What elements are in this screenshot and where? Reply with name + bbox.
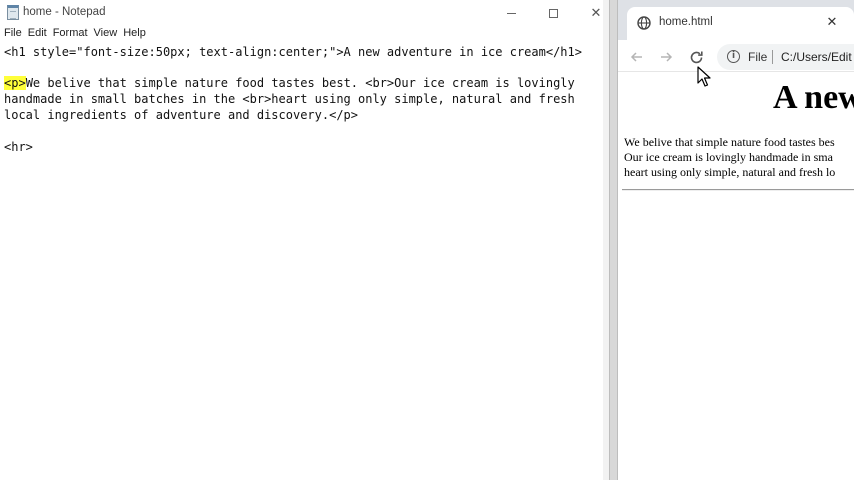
window-split-divider[interactable]	[609, 0, 618, 480]
notepad-title: home - Notepad	[23, 6, 106, 18]
code-line-4: handmade in small batches in the <br>hea…	[4, 92, 575, 106]
notepad-app-icon	[7, 5, 19, 20]
menu-edit[interactable]: Edit	[24, 27, 49, 43]
arrow-left-icon	[630, 52, 642, 62]
page-horizontal-rule	[622, 189, 854, 191]
page-viewport: A new We belive that simple nature food …	[618, 73, 854, 480]
minimize-icon	[506, 12, 516, 14]
browser-window: home.html ✕ i File C:/Users/Edit A new W…	[618, 0, 854, 480]
close-icon: ✕	[590, 5, 602, 20]
maximize-button[interactable]	[532, 0, 574, 26]
page-paragraph-line-2: Our ice cream is lovingly handmade in sm…	[624, 150, 833, 164]
page-paragraph-line-3: heart using only simple, natural and fre…	[624, 165, 836, 179]
notepad-window: home - Notepad ✕ File Edit Format View H…	[0, 0, 610, 480]
tab-strip: home.html ✕	[618, 0, 854, 40]
address-separator	[772, 50, 773, 64]
address-scheme: File	[748, 50, 768, 64]
page-heading: A new	[773, 79, 854, 116]
info-icon[interactable]: i	[727, 50, 740, 63]
code-line-3: <p>We belive that simple nature food tas…	[4, 75, 575, 91]
forward-button[interactable]	[655, 46, 677, 68]
page-paragraph-line-1: We belive that simple nature food tastes…	[624, 135, 835, 149]
mouse-pointer-icon	[697, 66, 711, 87]
menu-format[interactable]: Format	[49, 27, 90, 43]
maximize-icon	[548, 8, 558, 18]
code-line-1: <h1 style="font-size:50px; text-align:ce…	[4, 45, 582, 59]
reload-button[interactable]	[685, 46, 707, 68]
back-button[interactable]	[626, 46, 648, 68]
browser-toolbar: i File C:/Users/Edit	[618, 40, 854, 72]
menu-view[interactable]: View	[90, 27, 120, 43]
notepad-menubar: File Edit Format View Help	[0, 27, 148, 43]
notepad-text-area[interactable]: <h1 style="font-size:50px; text-align:ce…	[0, 43, 605, 480]
reload-icon	[690, 51, 703, 63]
code-line-5: local ingredients of adventure and disco…	[4, 108, 359, 122]
menu-help[interactable]: Help	[119, 27, 148, 43]
globe-icon	[637, 16, 651, 30]
selected-text: <p>	[4, 76, 26, 90]
menu-file[interactable]: File	[0, 27, 24, 43]
notepad-titlebar[interactable]: home - Notepad ✕	[0, 0, 610, 26]
tab-close-icon[interactable]: ✕	[823, 13, 841, 31]
minimize-button[interactable]	[490, 0, 532, 26]
tab-home-html[interactable]: home.html ✕	[627, 7, 854, 40]
arrow-right-icon	[661, 52, 673, 62]
code-line-3-text: We belive that simple nature food tastes…	[25, 76, 575, 90]
address-bar[interactable]: i File C:/Users/Edit	[717, 44, 854, 70]
address-url[interactable]: C:/Users/Edit	[781, 50, 852, 64]
code-line-7: <hr>	[4, 140, 33, 154]
tab-title: home.html	[659, 16, 713, 28]
